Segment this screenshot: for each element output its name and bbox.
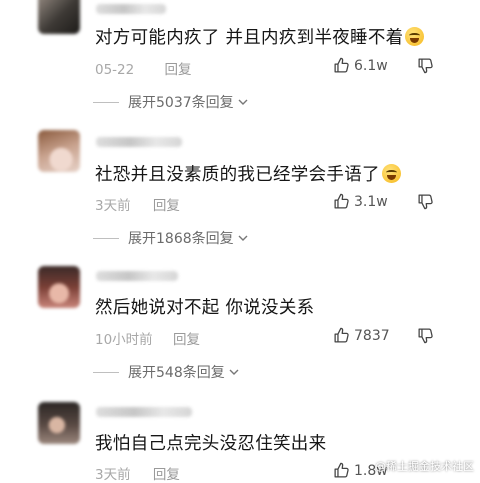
tears-of-joy-emoji — [381, 164, 401, 183]
reply-button[interactable]: 回复 — [153, 198, 180, 214]
watermark: @稀土掘金技术社区 — [375, 460, 474, 473]
avatar[interactable] — [38, 402, 80, 444]
like-count: 6.1w — [354, 57, 388, 74]
dislike-button[interactable] — [417, 57, 434, 78]
reply-button[interactable]: 回复 — [165, 62, 192, 78]
like-count: 3.1w — [354, 193, 388, 210]
comment-text: 社恐并且没素质的我已经学会手语了 — [95, 161, 401, 186]
thumbs-down-icon — [418, 194, 433, 210]
comment-time: 05-22 — [95, 62, 135, 78]
chevron-down-icon — [238, 99, 248, 105]
like-button[interactable]: 7837 — [333, 327, 390, 344]
comment-meta: 3天前 回复 — [95, 194, 180, 214]
username-blurred[interactable] — [96, 407, 192, 417]
dislike-button[interactable] — [417, 327, 434, 348]
like-button[interactable]: 3.1w — [333, 193, 388, 210]
thumbs-up-icon — [334, 327, 349, 343]
chevron-down-icon — [238, 235, 248, 241]
like-button[interactable]: 6.1w — [333, 57, 388, 74]
expand-replies-button[interactable]: 展开5037条回复 — [93, 92, 248, 112]
expand-replies-button[interactable]: 展开1868条回复 — [93, 228, 248, 248]
username-blurred[interactable] — [96, 4, 166, 14]
thumbs-down-icon — [418, 58, 433, 74]
thumbs-up-icon — [334, 57, 349, 73]
reply-button[interactable]: 回复 — [153, 467, 180, 483]
comment-meta: 05-22 回复 — [95, 58, 192, 78]
chevron-down-icon — [229, 369, 239, 375]
comment-time: 10小时前 — [95, 332, 153, 348]
comment-meta: 10小时前 回复 — [95, 328, 200, 348]
comment-text: 然后她说对不起 你说没关系 — [95, 298, 315, 318]
username-blurred[interactable] — [96, 271, 178, 281]
like-count: 7837 — [354, 327, 390, 344]
divider-line — [93, 237, 119, 239]
divider-line — [93, 101, 119, 103]
username-blurred[interactable] — [96, 137, 182, 147]
expand-replies-button[interactable]: 展开548条回复 — [93, 362, 239, 382]
thumbs-down-icon — [418, 328, 433, 344]
divider-line — [93, 371, 119, 373]
avatar[interactable] — [38, 0, 80, 34]
thumbs-up-icon — [334, 462, 349, 478]
comment-text: 对方可能内疚了 并且内疚到半夜睡不着 — [95, 24, 425, 49]
comment-meta: 3天前 回复 — [95, 463, 180, 483]
comment-time: 3天前 — [95, 467, 131, 483]
comment-time: 3天前 — [95, 198, 131, 214]
comment-text: 我怕自己点完头没忍住笑出来 — [95, 434, 327, 454]
avatar[interactable] — [38, 130, 80, 172]
reply-button[interactable]: 回复 — [173, 332, 200, 348]
avatar[interactable] — [38, 266, 80, 308]
thumbs-up-icon — [334, 193, 349, 209]
tears-of-joy-emoji — [405, 27, 425, 46]
dislike-button[interactable] — [417, 193, 434, 214]
